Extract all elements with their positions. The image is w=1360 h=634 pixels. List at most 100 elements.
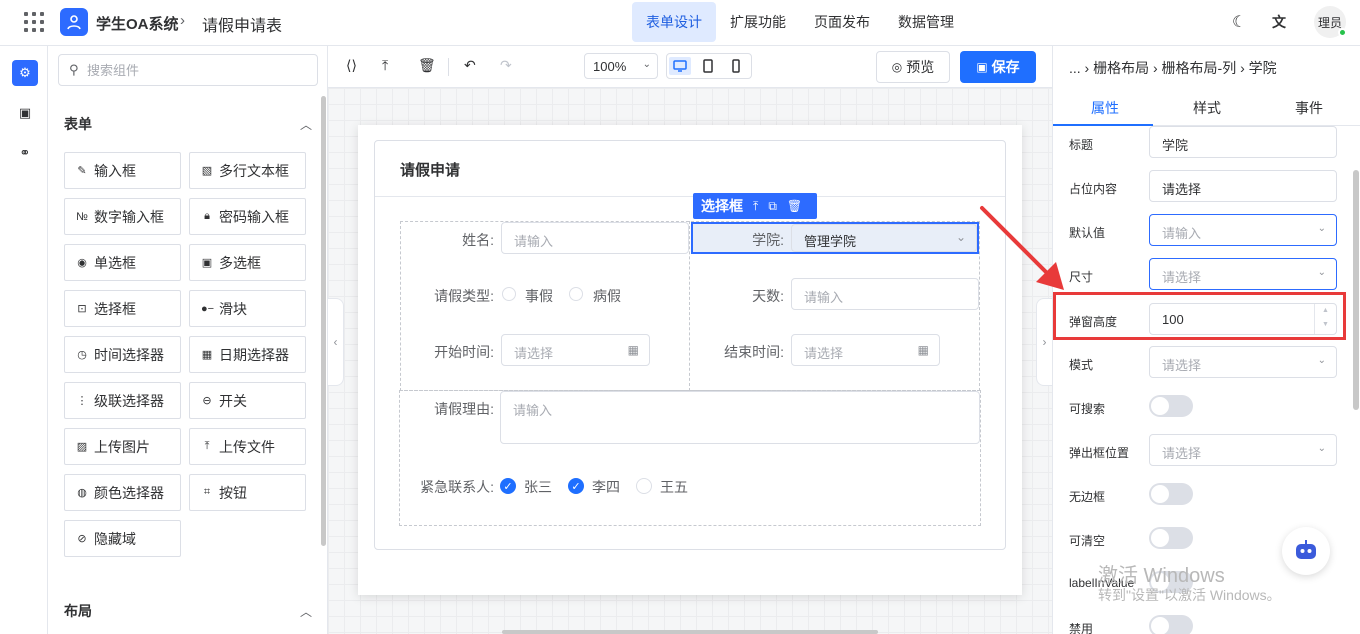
undo-icon[interactable]: ↶ [464,57,476,74]
start-date-picker[interactable]: 请选择 ▦ [501,334,650,366]
prop-size-select[interactable]: 请选择 ⌄ [1149,258,1337,290]
switch-icon: ⊖ [202,395,212,407]
end-date-picker[interactable]: 请选择 ▦ [791,334,940,366]
device-switcher [666,53,752,79]
collapse-right-panel-icon[interactable]: › [1036,298,1052,386]
contact-label-3: 王五 [660,479,688,495]
apps-grid-icon[interactable] [24,12,44,32]
code-view-icon[interactable]: ⟨⟩ [346,57,357,74]
desktop-icon[interactable] [669,57,691,75]
dark-mode-icon[interactable]: ☾ [1232,12,1246,32]
tree-panel-icon[interactable]: ⚭ [12,140,38,166]
copy-icon[interactable]: ⧉ [768,199,777,214]
comp-date-picker[interactable]: ▦ 日期选择器 [189,336,306,373]
assistant-bot-icon[interactable] [1282,527,1330,575]
tab-events[interactable]: 事件 [1295,98,1323,118]
preview-button[interactable]: ◎ 预览 [876,51,950,83]
component-search-input[interactable] [87,61,307,79]
delete-icon[interactable]: 🗑︎ [787,199,802,213]
prop-placeholder-label: 占位内容 [1069,182,1118,196]
comp-textarea[interactable]: ▧ 多行文本框 [189,152,306,189]
comp-radio[interactable]: ◉ 单选框 [64,244,181,281]
palette-icon: ◍ [77,487,87,499]
nav-data-manage[interactable]: 数据管理 [884,2,968,42]
prop-popup-pos-select[interactable]: 请选择 ⌄ [1149,434,1337,466]
zoom-select[interactable]: 100% ⌄ [584,53,658,79]
comp-upload-file[interactable]: ⤒ 上传文件 [189,428,306,465]
comp-hidden[interactable]: ⊘ 隐藏域 [64,520,181,557]
prop-mode-select[interactable]: 请选择 ⌄ [1149,346,1337,378]
nav-extensions[interactable]: 扩展功能 [716,2,800,42]
tab-attributes[interactable]: 属性 [1091,98,1119,118]
user-avatar[interactable]: 理员 [1314,6,1347,38]
mobile-icon[interactable] [725,57,747,75]
code-panel-icon[interactable]: ▣ [12,100,38,126]
translate-icon[interactable]: 文 [1272,12,1286,32]
tab-style[interactable]: 样式 [1193,98,1221,118]
prop-searchable-label: 可搜索 [1069,402,1106,416]
app-logo-icon [60,8,88,36]
nav-publish[interactable]: 页面发布 [800,2,884,42]
comp-slider[interactable]: ●− 滑块 [189,290,306,327]
redo-icon[interactable]: ↷ [500,57,512,74]
days-input[interactable]: 请输入 [791,278,979,310]
collapse-form-icon[interactable]: ︿ [300,116,312,133]
comp-checkbox[interactable]: ▣ 多选框 [189,244,306,281]
comp-time-picker[interactable]: ◷ 时间选择器 [64,336,181,373]
comp-color-picker[interactable]: ◍ 颜色选择器 [64,474,181,511]
app-title: 学生OA系统 [96,16,179,33]
prop-title-input[interactable]: 学院 [1149,126,1337,158]
comp-password[interactable]: 🔒︎ 密码输入框 [189,198,306,235]
prop-mode-label: 模式 [1069,358,1094,372]
radio-personal[interactable] [502,287,516,301]
name-label: 姓名: [462,232,494,248]
comp-switch[interactable]: ⊖ 开关 [189,382,306,419]
name-input[interactable]: 请输入 [501,222,689,254]
end-time-label: 结束时间: [724,344,784,360]
contact-checkbox-3[interactable] [636,478,652,494]
palette-scrollbar[interactable] [321,96,326,546]
delete-all-icon[interactable]: 🗑︎ [418,57,436,74]
move-top-icon[interactable]: ⤒ [753,199,758,214]
save-button[interactable]: ▣ 保存 [960,51,1036,83]
contact-checkbox-1[interactable]: ✓ [500,478,516,494]
prop-clearable-switch[interactable] [1149,527,1193,549]
nav-form-design[interactable]: 表单设计 [632,2,716,42]
prop-clearable-label: 可清空 [1069,534,1106,548]
comp-input[interactable]: ✎ 输入框 [64,152,181,189]
comp-number[interactable]: № 数字输入框 [64,198,181,235]
collapse-layout-icon[interactable]: ︿ [300,603,312,620]
comp-cascader[interactable]: ⋮ 级联选择器 [64,382,181,419]
comp-button[interactable]: ⌗ 按钮 [189,474,306,511]
components-panel-icon[interactable]: ⚙ [12,60,38,86]
toolbar-divider [448,58,449,76]
prop-placeholder-input[interactable]: 请选择 [1149,170,1337,202]
export-icon[interactable]: ⤒ [382,57,388,74]
prop-default-select[interactable]: 请输入 ⌄ [1149,214,1337,246]
leave-type-label: 请假类型: [434,288,494,304]
edit-icon: ✎ [77,165,87,177]
tablet-icon[interactable] [697,57,719,75]
comp-select[interactable]: ⊡ 选择框 [64,290,181,327]
reason-label: 请假理由: [434,401,494,417]
cascader-icon: ⋮ [76,395,88,407]
collapse-left-panel-icon[interactable]: ‹ [328,298,344,386]
prop-searchable-switch[interactable] [1149,395,1193,417]
component-palette: ⚲ 表单 ︿ ✎输入框 ▧多行文本框 №数字输入框 🔒︎密码输入框 ◉单选框 ▣… [48,46,328,634]
component-search[interactable]: ⚲ [58,54,318,86]
prop-borderless-switch[interactable] [1149,483,1193,505]
comp-upload-image[interactable]: ▨ 上传图片 [64,428,181,465]
prop-disabled-switch[interactable] [1149,615,1193,634]
canvas-scrollbar[interactable] [502,630,878,634]
radio-sick[interactable] [569,287,583,301]
radio-sick-label: 病假 [593,288,621,304]
reason-textarea[interactable]: 请输入 [500,391,980,444]
textarea-icon: ▧ [201,165,213,177]
user-name: 理员 [1317,15,1342,30]
contact-checkbox-2[interactable]: ✓ [568,478,584,494]
prop-default-label: 默认值 [1069,226,1106,240]
properties-scrollbar[interactable] [1353,170,1359,410]
college-select[interactable]: 管理学院 ⌄ [791,224,977,252]
main-nav: 表单设计 扩展功能 页面发布 数据管理 [632,2,968,42]
highlight-box [1053,292,1346,340]
